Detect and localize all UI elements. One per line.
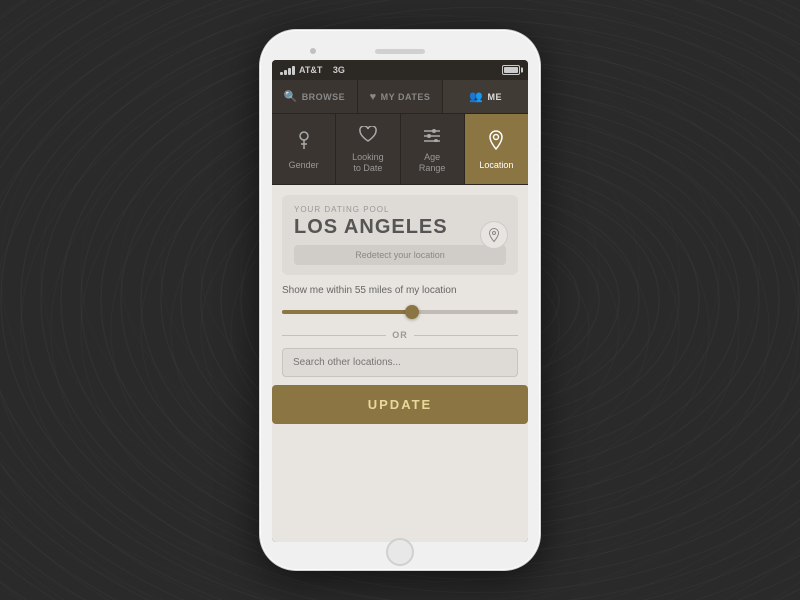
range-miles: 55: [355, 285, 366, 296]
slider-track: [282, 310, 518, 314]
range-label-suffix: miles of my location: [366, 285, 457, 296]
range-label: Show me within 55 miles of my location: [282, 285, 518, 296]
location-pin-button[interactable]: [480, 221, 508, 249]
age-range-icon: [423, 126, 441, 147]
phone-shell: AT&T 3G 🔍 BROWSE ♥ MY DATES 👥 ME: [260, 30, 540, 570]
dating-pool-city: LOS ANGELES: [294, 216, 506, 239]
slider-fill: [282, 310, 412, 314]
search-location-input[interactable]: [282, 348, 518, 377]
or-line-right: [414, 335, 518, 336]
tab-my-dates-label: MY DATES: [381, 92, 431, 102]
status-bar: AT&T 3G: [272, 60, 528, 80]
phone-screen: AT&T 3G 🔍 BROWSE ♥ MY DATES 👥 ME: [272, 60, 528, 542]
or-divider: OR: [282, 330, 518, 340]
filter-gender-label: Gender: [289, 160, 319, 171]
signal-bar-3: [288, 68, 291, 75]
dating-pool-card: YOUR DATING POOL LOS ANGELES Redetect yo…: [282, 195, 518, 275]
tab-my-dates[interactable]: ♥ MY DATES: [358, 80, 444, 113]
tab-me-label: ME: [488, 92, 503, 102]
range-section: Show me within 55 miles of my location: [282, 283, 518, 322]
filter-age-label: AgeRange: [419, 152, 446, 174]
status-left: AT&T 3G: [280, 65, 345, 75]
filter-age-range[interactable]: AgeRange: [401, 114, 465, 184]
battery-icon: [502, 65, 520, 75]
battery-fill: [504, 67, 518, 73]
slider-thumb[interactable]: [405, 305, 419, 319]
redetect-button[interactable]: Redetect your location: [294, 245, 506, 265]
home-button[interactable]: [386, 538, 414, 566]
heart-icon: ♥: [370, 91, 377, 103]
phone-speaker: [375, 49, 425, 54]
or-line-left: [282, 335, 386, 336]
looking-to-date-icon: [359, 126, 377, 147]
filter-gender[interactable]: Gender: [272, 114, 336, 184]
network-label: 3G: [333, 65, 345, 75]
main-content: YOUR DATING POOL LOS ANGELES Redetect yo…: [272, 185, 528, 542]
signal-bar-4: [292, 66, 295, 75]
phone-bottom-bar: [272, 542, 528, 558]
filter-tiles-wrapper: Gender Lookingto Date: [272, 114, 528, 185]
tab-me[interactable]: 👥 ME: [443, 80, 528, 113]
dating-pool-label: YOUR DATING POOL: [294, 205, 506, 214]
filter-tiles: Gender Lookingto Date: [272, 114, 528, 185]
slider-container[interactable]: [282, 304, 518, 320]
signal-bar-1: [280, 72, 283, 75]
or-text: OR: [392, 330, 408, 340]
signal-bars: [280, 65, 295, 75]
filter-location[interactable]: Location: [465, 114, 528, 184]
filter-looking-label: Lookingto Date: [352, 152, 384, 174]
phone-top-bar: [272, 42, 528, 60]
carrier-label: AT&T: [299, 65, 322, 75]
browse-icon: 🔍: [283, 90, 297, 103]
signal-bar-2: [284, 70, 287, 75]
gender-icon: [297, 130, 311, 155]
range-label-prefix: Show me within: [282, 285, 355, 296]
location-icon: [489, 130, 503, 155]
phone-camera: [310, 48, 316, 54]
update-button[interactable]: UPDATE: [272, 385, 528, 424]
filter-looking-to-date[interactable]: Lookingto Date: [336, 114, 400, 184]
tab-browse[interactable]: 🔍 BROWSE: [272, 80, 358, 113]
nav-tabs: 🔍 BROWSE ♥ MY DATES 👥 ME: [272, 80, 528, 114]
tab-browse-label: BROWSE: [302, 92, 346, 102]
people-icon: 👥: [469, 90, 483, 103]
filter-location-label: Location: [479, 160, 513, 171]
